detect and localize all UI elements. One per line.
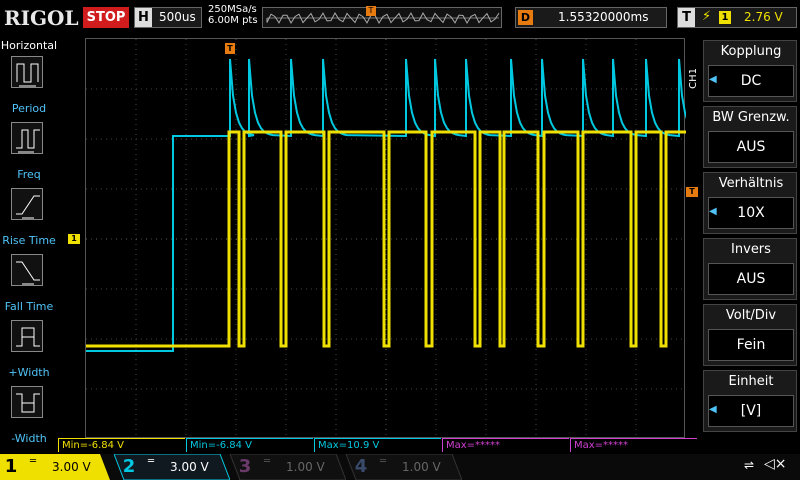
measurement-ch4-max[interactable]: Max=*****: [570, 438, 697, 452]
menu-value: AUS: [708, 131, 794, 163]
freq-icon: [11, 122, 43, 154]
dc-coupling-icon: ═: [30, 456, 37, 467]
measurement-ch2-max[interactable]: Max=10.9 V: [314, 438, 441, 452]
speaker-muted-icon: ◁×: [764, 456, 787, 472]
menu-value: AUS: [708, 263, 794, 295]
measurement-ch3-max[interactable]: Max=*****: [442, 438, 569, 452]
timebase-display[interactable]: H 500us: [134, 7, 202, 28]
delay-key: D: [518, 10, 533, 25]
memory-overview: T: [262, 6, 502, 28]
timebase-key: H: [135, 8, 152, 27]
plus-width-icon: [11, 320, 43, 352]
rise-time-icon: [11, 188, 43, 220]
horizontal-measure-panel: Horizontal Period Freq Rise Time Fall Ti…: [0, 38, 58, 445]
measurement-ch2-min[interactable]: Min=-6.84 V: [186, 438, 313, 452]
delay-display[interactable]: D 1.55320000ms: [515, 7, 667, 28]
menu-title: Kopplung: [720, 44, 782, 59]
left-arrow-icon: ◀: [709, 206, 717, 217]
period-label: Period: [11, 102, 47, 115]
channel-tag: CH1: [688, 68, 699, 89]
channel-number: 3: [238, 456, 252, 477]
measurement-ch1-min[interactable]: Min=-6.84 V: [58, 438, 185, 452]
trigger-level-marker[interactable]: T: [686, 187, 698, 197]
dc-coupling-icon: ═: [264, 456, 271, 467]
menu-title: BW Grenzw.: [712, 110, 790, 125]
fall-time-icon: [11, 254, 43, 286]
trigger-position-marker[interactable]: T: [225, 43, 235, 54]
trigger-level: 2.76 V: [744, 10, 783, 24]
run-stop-indicator[interactable]: STOP: [83, 7, 129, 28]
panel-title: Horizontal: [0, 39, 58, 52]
menu-value: [V]: [708, 395, 794, 427]
channel-status-bar: 1 ═ 3.00 V 2 ═ 3.00 V 3 ═ 1.00 V 4 ═ 1.0…: [0, 454, 800, 480]
menu-kopplung[interactable]: Kopplung DC ◀: [703, 40, 797, 102]
menu-title: Invers: [731, 242, 771, 257]
menu-einheit[interactable]: Einheit [V] ◀: [703, 370, 797, 432]
menu-title: Einheit: [728, 374, 774, 389]
acquisition-info: 250MSa/s 6.00M pts: [208, 4, 258, 26]
menu-bw-limit[interactable]: BW Grenzw. AUS: [703, 106, 797, 168]
delay-value: 1.55320000ms: [558, 10, 649, 24]
channel-3-status[interactable]: 3 ═ 1.00 V: [230, 454, 346, 480]
menu-volt-div[interactable]: Volt/Div Fein: [703, 304, 797, 366]
measure-period[interactable]: Period: [0, 56, 58, 120]
channel-scale: 1.00 V: [286, 460, 325, 474]
measurement-bar: Min=-6.84 V Min=-6.84 V Max=10.9 V Max=*…: [58, 438, 700, 453]
usb-icon: ⇌: [744, 458, 755, 472]
channel-number: 4: [354, 456, 368, 477]
menu-title: Verhältnis: [718, 176, 784, 191]
dc-coupling-icon: ═: [148, 456, 155, 467]
menu-title: Volt/Div: [725, 308, 777, 323]
dc-coupling-icon: ═: [380, 456, 387, 467]
measure-minus-width[interactable]: -Width: [0, 386, 58, 450]
channel-number: 1: [4, 456, 18, 477]
measure-fall-time[interactable]: Fall Time: [0, 254, 58, 318]
channel-scale: 3.00 V: [52, 460, 91, 474]
fall-time-label: Fall Time: [4, 300, 54, 313]
memory-trigger-marker: T: [366, 6, 376, 16]
channel-2-status[interactable]: 2 ═ 3.00 V: [114, 454, 230, 480]
period-icon: [11, 56, 43, 88]
ch1-offset-marker[interactable]: 1: [68, 234, 80, 244]
menu-verhaeltnis[interactable]: Verhältnis 10X ◀: [703, 172, 797, 234]
minus-width-icon: [11, 386, 43, 418]
sample-rate: 250MSa/s: [208, 4, 257, 15]
menu-invers[interactable]: Invers AUS: [703, 238, 797, 300]
channel-number: 2: [122, 456, 136, 477]
rigol-logo: RIGOL: [4, 6, 79, 30]
memory-waveform-thumbnail: [266, 11, 500, 25]
freq-label: Freq: [17, 168, 41, 181]
trigger-key: T: [678, 8, 695, 27]
menu-value: Fein: [708, 329, 794, 361]
memory-depth: 6.00M pts: [208, 15, 258, 26]
left-arrow-icon: ◀: [709, 404, 717, 415]
menu-value: DC: [708, 65, 794, 97]
trigger-source: 1: [719, 11, 731, 24]
waveform-plot: [86, 39, 686, 439]
rise-time-label: Rise Time: [2, 234, 56, 247]
measure-plus-width[interactable]: +Width: [0, 320, 58, 384]
rising-edge-icon: ⚡: [702, 9, 712, 24]
measure-rise-time[interactable]: Rise Time: [0, 188, 58, 252]
channel-scale: 1.00 V: [402, 460, 441, 474]
plus-width-label: +Width: [8, 366, 50, 379]
top-status-bar: RIGOL STOP H 500us 250MSa/s 6.00M pts T …: [0, 0, 800, 36]
minus-width-label: -Width: [11, 432, 47, 445]
waveform-display[interactable]: [85, 38, 686, 439]
measure-freq[interactable]: Freq: [0, 122, 58, 186]
left-arrow-icon: ◀: [709, 74, 717, 85]
channel-menu: Kopplung DC ◀ BW Grenzw. AUS Verhältnis …: [700, 38, 800, 438]
timebase-value: 500us: [159, 10, 196, 24]
menu-value: 10X: [708, 197, 794, 229]
trigger-display[interactable]: T ⚡ 1 2.76 V: [677, 7, 797, 28]
channel-scale: 3.00 V: [170, 460, 209, 474]
channel-4-status[interactable]: 4 ═ 1.00 V: [346, 454, 462, 480]
channel-1-status[interactable]: 1 ═ 3.00 V: [0, 454, 110, 480]
